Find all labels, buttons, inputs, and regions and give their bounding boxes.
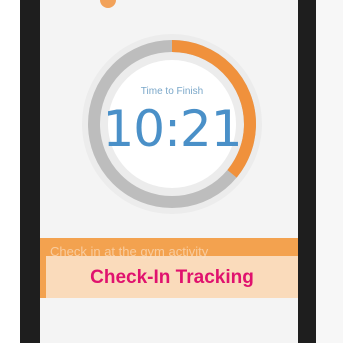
- phone-frame-left: [20, 0, 40, 343]
- countdown-timer: Time to Finish 10:21: [78, 30, 266, 218]
- timer-caption: Time to Finish: [140, 86, 204, 97]
- phone-frame-right: [298, 0, 316, 343]
- caption-label: Check-In Tracking: [90, 267, 254, 288]
- timer-value: 10:21: [102, 100, 242, 158]
- top-status-dot-icon: [100, 0, 116, 8]
- page-background-strip: [316, 0, 343, 343]
